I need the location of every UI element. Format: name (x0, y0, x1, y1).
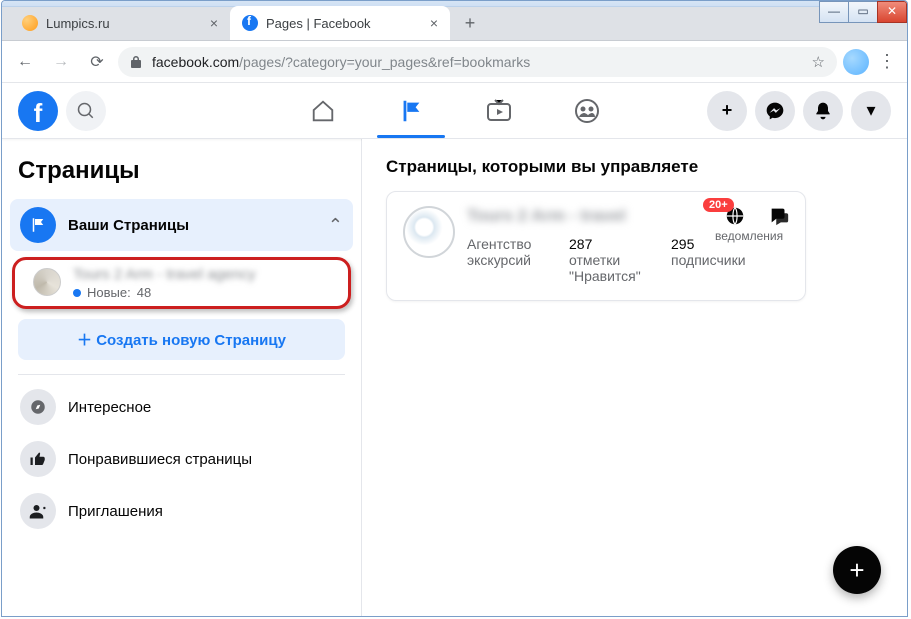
page-thumbnail (33, 268, 61, 296)
card-notifications[interactable]: 20+ ведомления (715, 202, 755, 243)
messenger-button[interactable] (755, 91, 795, 131)
sidebar-item-liked[interactable]: Понравившиеся страницы (10, 433, 353, 485)
tab-title: Lumpics.ru (46, 16, 202, 31)
like-icon (20, 441, 56, 477)
sidebar-label: Ваши Страницы (68, 217, 189, 234)
profile-avatar[interactable] (843, 49, 869, 75)
sidebar-label: Интересное (68, 399, 151, 416)
badge-count: 20+ (703, 198, 734, 212)
favicon-icon (242, 15, 258, 31)
forward-button[interactable]: → (46, 47, 76, 77)
chevron-up-icon: ⌃ (328, 215, 343, 236)
unread-dot-icon (73, 289, 81, 297)
browser-tab-facebook[interactable]: Pages | Facebook × (230, 6, 450, 40)
main-content: Страницы, которыми вы управляете Tours 2… (362, 139, 907, 616)
new-tab-button[interactable]: + (456, 9, 484, 37)
page-card-stats: Агентство экскурсий 287 отметки "Нравитс… (467, 236, 789, 284)
stat-category: Агентство экскурсий (467, 236, 547, 284)
address-bar[interactable]: facebook.com/pages/?category=your_pages&… (118, 47, 837, 77)
nav-home[interactable] (283, 83, 363, 138)
lock-icon (130, 55, 142, 69)
nav-groups[interactable] (547, 83, 627, 138)
notifications-button[interactable] (803, 91, 843, 131)
bookmark-star-icon[interactable]: ☆ (812, 53, 825, 71)
card-messages[interactable] (765, 202, 793, 230)
stat-followers: 295 подписчики (671, 236, 746, 284)
close-tab-icon[interactable]: × (430, 15, 438, 31)
facebook-logo[interactable]: f (18, 91, 58, 131)
flag-icon (20, 207, 56, 243)
sidebar-label: Понравившиеся страницы (68, 451, 252, 468)
back-button[interactable]: ← (10, 47, 40, 77)
reload-button[interactable]: ⟳ (82, 47, 112, 77)
plus-icon: ＋ (77, 332, 96, 349)
browser-tab-lumpics[interactable]: Lumpics.ru × (10, 6, 230, 40)
invite-icon (20, 493, 56, 529)
create-button[interactable]: + (707, 91, 747, 131)
sidebar-label: Приглашения (68, 503, 163, 520)
create-page-button[interactable]: ＋ Создать новую Страницу (18, 319, 345, 360)
url-text: facebook.com/pages/?category=your_pages&… (152, 54, 530, 70)
page-name: Tours 2 Arm - travel agency (73, 266, 256, 283)
nav-watch[interactable] (459, 83, 539, 138)
sidebar: Страницы Ваши Страницы ⌃ Tours 2 Arm - t… (2, 139, 362, 616)
facebook-header: f + ▾ (2, 83, 907, 139)
page-list-item[interactable]: Tours 2 Arm - travel agency Новые: 48 (23, 266, 340, 300)
browser-menu-button[interactable]: ⋮ (875, 51, 899, 72)
favicon-icon (22, 15, 38, 31)
sidebar-item-discover[interactable]: Интересное (10, 381, 353, 433)
highlighted-page-entry: Tours 2 Arm - travel agency Новые: 48 (12, 257, 351, 309)
minimize-button[interactable]: — (819, 1, 849, 23)
sidebar-item-your-pages[interactable]: Ваши Страницы ⌃ (10, 199, 353, 251)
account-menu-button[interactable]: ▾ (851, 91, 891, 131)
fab-create-button[interactable]: + (833, 546, 881, 594)
main-heading: Страницы, которыми вы управляете (386, 157, 883, 177)
stat-likes: 287 отметки "Нравится" (569, 236, 649, 284)
close-window-button[interactable]: ✕ (877, 1, 907, 23)
divider (18, 374, 345, 375)
compass-icon (20, 389, 56, 425)
sidebar-title: Страницы (10, 151, 353, 199)
tab-title: Pages | Facebook (266, 16, 422, 31)
browser-tabstrip: Lumpics.ru × Pages | Facebook × + (2, 1, 907, 41)
maximize-button[interactable]: ▭ (848, 1, 878, 23)
chat-icon (765, 202, 793, 230)
page-card[interactable]: Tours 2 Arm - travel Агентство экскурсий… (386, 191, 806, 301)
sidebar-item-invites[interactable]: Приглашения (10, 485, 353, 537)
close-tab-icon[interactable]: × (210, 15, 218, 31)
nav-pages[interactable] (371, 83, 451, 138)
page-subtext: Новые: 48 (73, 285, 256, 300)
window-controls: — ▭ ✕ (820, 1, 907, 23)
search-button[interactable] (66, 91, 106, 131)
browser-toolbar: ← → ⟳ facebook.com/pages/?category=your_… (2, 41, 907, 83)
page-card-thumbnail (403, 206, 455, 258)
